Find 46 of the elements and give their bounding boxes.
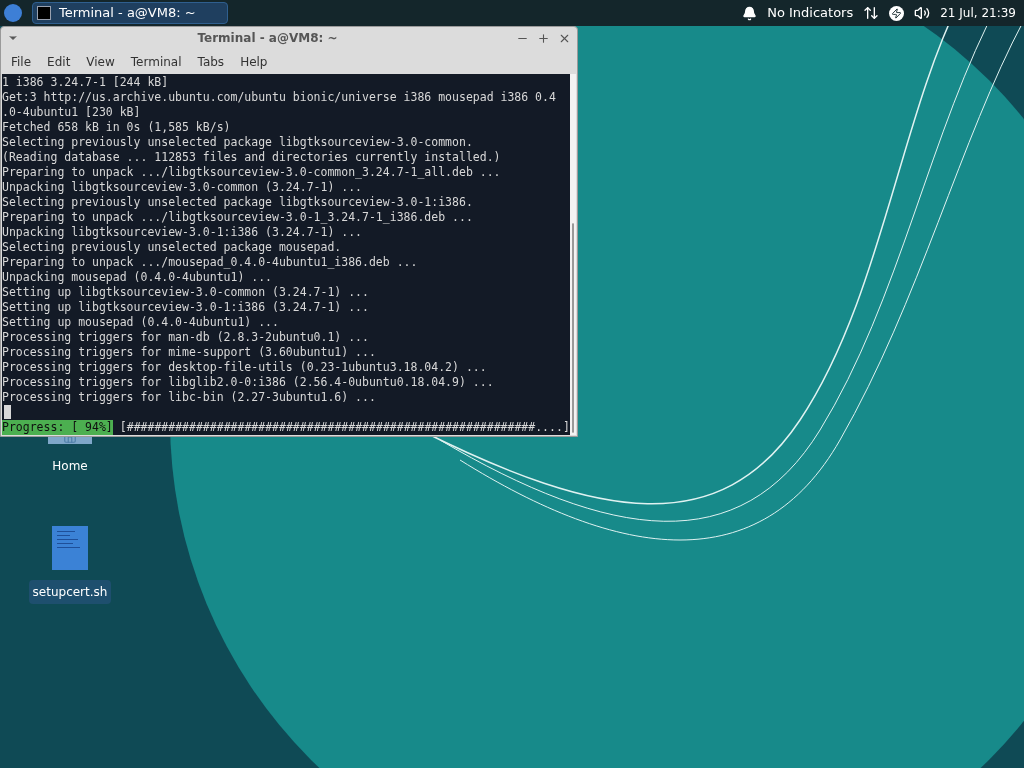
window-title: Terminal - a@VM8: ~ — [196, 30, 339, 47]
terminal-line: Processing triggers for desktop-file-utils (0.23-1ubuntu3.18.04.2) ... — [2, 360, 487, 375]
clock: 21 Jul, 21:39 — [940, 5, 1017, 22]
menu-item[interactable]: Terminal — [122, 52, 190, 71]
terminal-line: Processing triggers for libglib2.0-0:i386 (2.56.4-0ubuntu0.18.04.9) ... — [2, 375, 494, 390]
terminal-line: (Reading database ... 112853 files and directories currently installed.) — [2, 150, 501, 165]
network-arrows-icon[interactable] — [863, 5, 880, 21]
terminal-line: Get:3 http://us.archive.ubuntu.com/ubuntu bionic/universe i386 mousepad i386 0.4 — [2, 90, 556, 105]
menu-logo-icon[interactable] — [4, 4, 22, 22]
speaker-icon[interactable] — [914, 5, 931, 21]
text-file-icon — [52, 526, 88, 570]
notification-bell-icon[interactable] — [742, 5, 758, 21]
taskbar-button[interactable]: Terminal - a@VM8: ~ — [32, 2, 228, 24]
power-icon[interactable] — [889, 5, 905, 21]
text-cursor — [4, 405, 11, 419]
maximize-icon[interactable] — [537, 31, 550, 45]
terminal-line: Processing triggers for mime-support (3.60ubuntu1) ... — [2, 345, 376, 360]
terminal-line: Unpacking libgtksourceview-3.0-1:i386 (3.24.7-1) ... — [2, 225, 363, 240]
terminal-line: Processing triggers for libc-bin (2.27-3ubuntu1.6) ... — [2, 390, 376, 405]
menu-item[interactable]: Help — [232, 52, 276, 71]
terminal-line: Selecting previously unselected package libgtksourceview-3.0-common. — [2, 135, 473, 150]
terminal-line: Processing triggers for man-db (2.8.3-2ubuntu0.1) ... — [2, 330, 369, 345]
indicators-label: No Indicators — [767, 4, 854, 23]
terminal-line: Preparing to unpack .../mousepad_0.4.0-4ubuntu1_i386.deb ... — [2, 255, 418, 270]
terminal-line: Setting up libgtksourceview-3.0-common (3.24.7-1) ... — [2, 285, 369, 300]
terminal-line: Preparing to unpack .../libgtksourceview-3.0-1_3.24.7-1_i386.deb ... — [2, 210, 473, 225]
menu-item[interactable]: Edit — [39, 52, 79, 71]
terminal-line: 1 i386 3.24.7-1 [244 kB] — [2, 75, 169, 90]
menu-item[interactable]: Tabs — [189, 52, 233, 71]
terminal-line: Setting up mousepad (0.4.0-4ubuntu1) ... — [2, 315, 279, 330]
terminal-icon — [37, 6, 51, 20]
terminal-line: Setting up libgtksourceview-3.0-1:i386 (3.24.7-1) ... — [2, 300, 369, 315]
progress-label: Progress: [ 94%] — [2, 420, 113, 435]
terminal-line: Selecting previously unselected package mousepad. — [2, 240, 342, 255]
terminal-line: Preparing to unpack .../libgtksourceview-3.0-common_3.24.7-1_all.deb ... — [2, 165, 501, 180]
menu-item[interactable]: View — [78, 52, 123, 71]
terminal-line: Fetched 658 kB in 0s (1,585 kB/s) — [2, 120, 231, 135]
terminal-line: .0-4ubuntu1 [230 kB] — [2, 105, 141, 120]
terminal-line: Unpacking mousepad (0.4.0-4ubuntu1) ... — [2, 270, 273, 285]
terminal-line: Unpacking libgtksourceview-3.0-common (3.24.7-1) ... — [2, 180, 363, 195]
progress-hash-text: [###########################################################....] — [119, 420, 570, 435]
desktop-icon-label[interactable]: setupcert.sh — [28, 580, 112, 604]
terminal-line: Selecting previously unselected package libgtksourceview-3.0-1:i386. — [2, 195, 473, 210]
scrollbar-thumb[interactable] — [571, 223, 574, 433]
menu-item[interactable]: File — [3, 52, 40, 71]
desktop-icon-label[interactable]: Home — [48, 454, 92, 478]
